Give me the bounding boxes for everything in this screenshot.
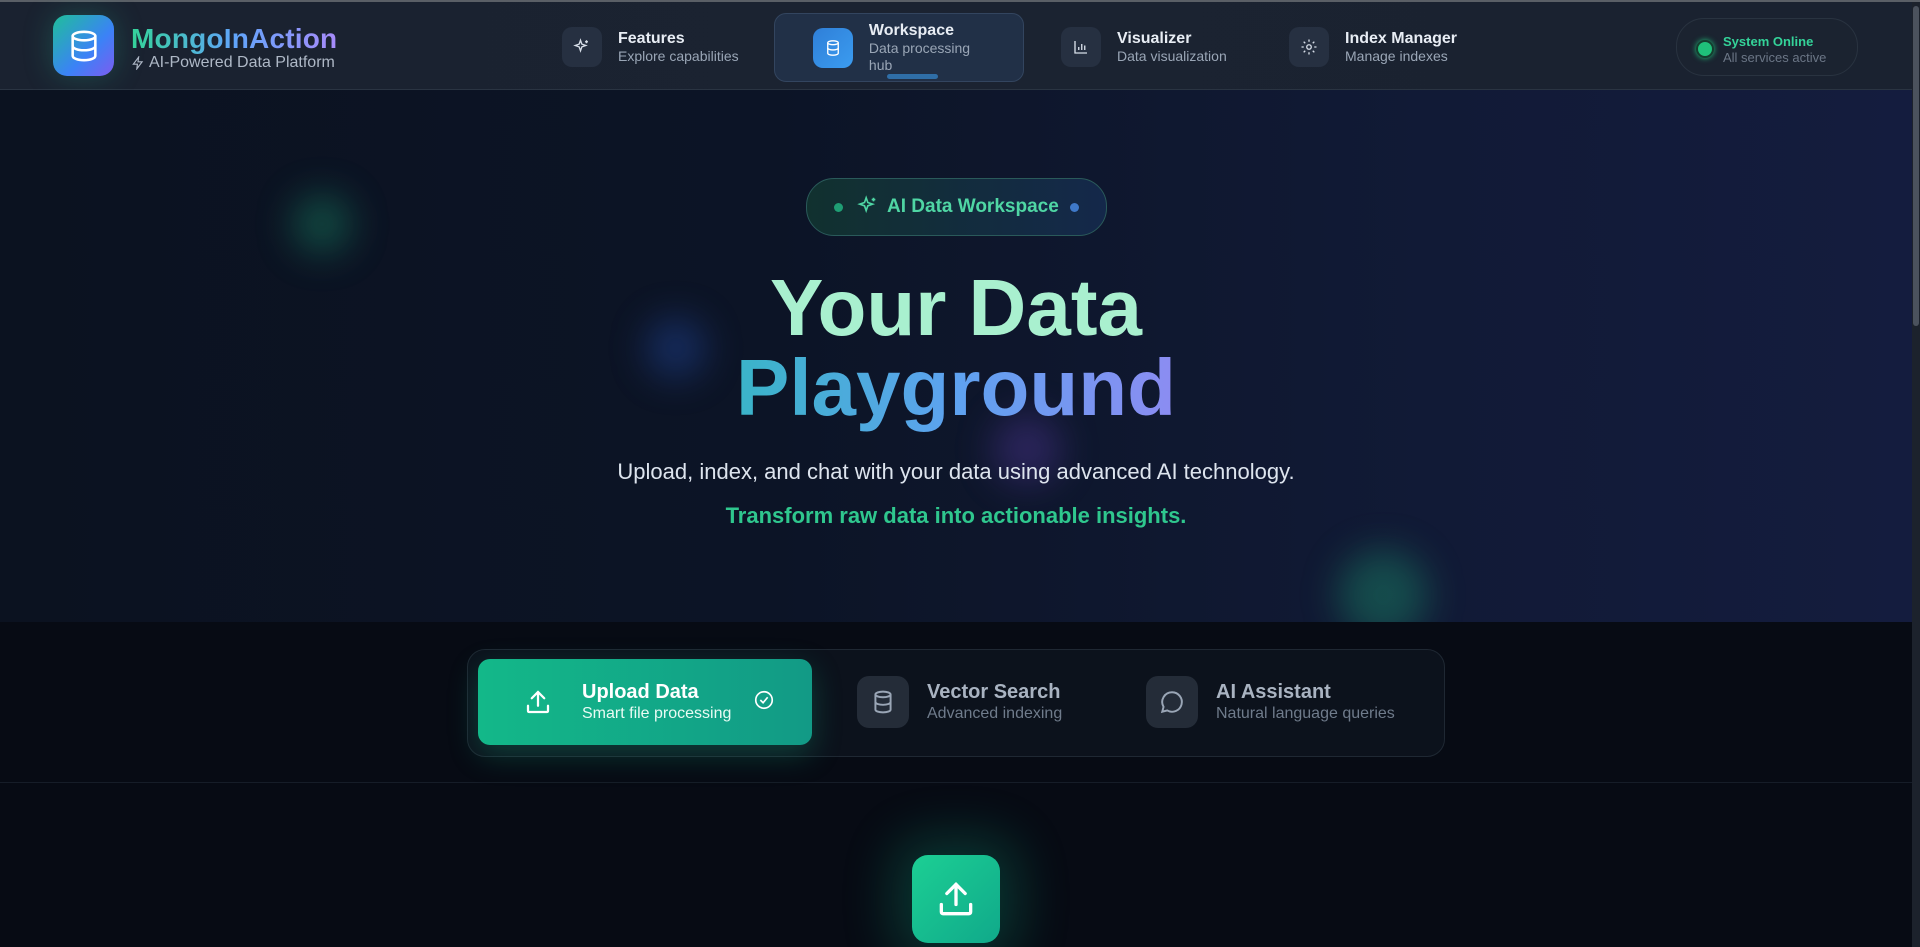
logo[interactable] [53, 15, 114, 76]
headline-line1: Your Data [770, 263, 1142, 352]
tab-vector-search[interactable]: Vector Search Advanced indexing [857, 676, 1062, 728]
sparkles-icon [562, 26, 602, 67]
headline-line2: Playground [735, 343, 1177, 432]
database-icon [813, 27, 853, 68]
tab-label: Upload Data [582, 681, 699, 703]
brand-subtitle: AI-Powered Data Platform [131, 54, 335, 72]
status-badge: System Online All services active [1676, 18, 1858, 76]
gear-icon [1289, 26, 1329, 67]
nav-item-label: Visualizer [1117, 29, 1192, 47]
badge-label: AI Data Workspace [887, 196, 1059, 217]
active-indicator [887, 74, 938, 79]
bar-chart-icon [1061, 26, 1101, 67]
database-icon [857, 676, 909, 728]
scrollbar-thumb[interactable] [1913, 6, 1919, 326]
check-circle-icon [753, 689, 775, 716]
tab-label: Vector Search [927, 681, 1061, 703]
tab-ai-assistant[interactable]: AI Assistant Natural language queries [1146, 676, 1395, 728]
nav-item-index-manager[interactable]: Index Manager Manage indexes [1289, 13, 1457, 80]
nav-item-features[interactable]: Features Explore capabilities [562, 13, 739, 80]
chat-bubble-icon [1146, 676, 1198, 728]
status-dot [1696, 40, 1714, 58]
tab-sublabel: Advanced indexing [927, 705, 1063, 722]
tab-upload-data-content[interactable]: Upload Data Smart file processing [512, 676, 775, 728]
nav-item-label: Workspace [868, 22, 954, 39]
nav-item-sublabel: Data processing hub [868, 40, 971, 73]
status-subtitle: All services active [1723, 50, 1827, 65]
scrollbar[interactable] [1912, 2, 1920, 947]
tab-label: AI Assistant [1216, 681, 1331, 703]
status-title: System Online [1723, 34, 1814, 49]
nav-item-sublabel: Data visualization [1117, 47, 1227, 64]
glow-decoration [292, 194, 352, 254]
tab-sublabel: Smart file processing [582, 705, 732, 722]
tab-sublabel: Natural language queries [1216, 705, 1395, 722]
nav-item-workspace[interactable]: Workspace Data processing hub [774, 13, 1024, 82]
hero-tagline: Transform raw data into actionable insig… [725, 503, 1187, 528]
brand-title[interactable]: MongoInAction [131, 23, 337, 55]
upload-button[interactable] [912, 855, 1000, 943]
workspace-badge: AI Data Workspace [806, 178, 1107, 236]
sparkles-icon [857, 195, 879, 222]
nav-item-visualizer[interactable]: Visualizer Data visualization [1061, 13, 1227, 80]
badge-dot [1070, 203, 1079, 212]
upload-icon [939, 881, 973, 916]
nav-item-sublabel: Explore capabilities [618, 47, 739, 64]
upload-icon [512, 676, 564, 728]
glow-decoration [1338, 550, 1428, 622]
hero-lead: Upload, index, and chat with your data u… [617, 459, 1295, 484]
nav-item-sublabel: Manage indexes [1345, 47, 1448, 64]
bolt-icon [132, 56, 144, 70]
database-icon [70, 30, 97, 61]
top-nav: MongoInAction AI-Powered Data Platform F… [0, 2, 1912, 90]
nav-item-label: Index Manager [1345, 29, 1458, 47]
nav-item-label: Features [618, 29, 685, 47]
badge-dot [834, 203, 843, 212]
